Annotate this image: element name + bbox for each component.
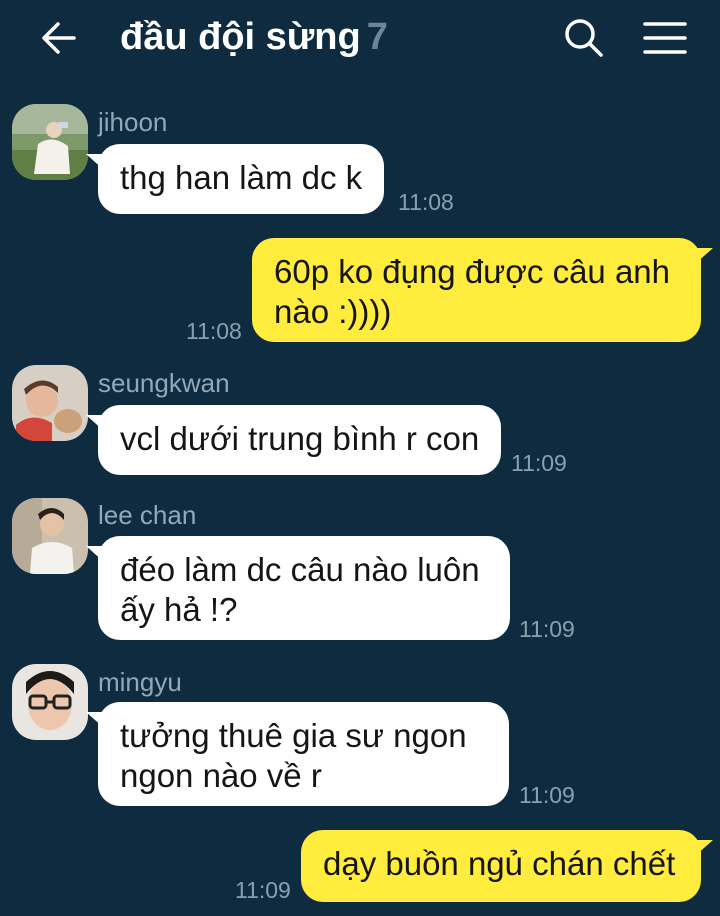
message-text: thg han làm dc k xyxy=(120,159,363,196)
message-bubble[interactable]: tưởng thuê gia sư ngon ngon nào về r xyxy=(86,702,509,806)
message-text: vcl dưới trung bình r con xyxy=(120,420,480,457)
message-bubble[interactable]: dạy buồn ngủ chán chết xyxy=(301,830,713,902)
sender-name: mingyu xyxy=(98,667,182,697)
chat-name: đầu đội sừng xyxy=(120,16,361,58)
avatar-seungkwan[interactable] xyxy=(12,365,88,441)
chat-header: đầu đội sừng 7 xyxy=(0,0,720,78)
avatar-lee-chan[interactable] xyxy=(12,498,88,574)
sender-name: jihoon xyxy=(98,107,168,137)
profile-photo xyxy=(12,104,88,180)
message-text-line: đéo làm dc câu nào luôn xyxy=(120,551,480,588)
back-arrow-icon xyxy=(42,22,76,54)
message-time: 11:08 xyxy=(186,318,242,344)
message-time: 11:09 xyxy=(235,877,291,903)
message-bubble[interactable]: thg han làm dc k xyxy=(85,144,385,214)
message-text-line: ấy hả !? xyxy=(120,591,238,628)
message-bubble[interactable]: đéo làm dc câu nào luôn ấy hả !? xyxy=(86,536,510,640)
message-text-line: ngon nào về r xyxy=(120,757,322,794)
back-button[interactable] xyxy=(38,18,82,58)
message-text-line: tưởng thuê gia sư ngon xyxy=(120,717,467,754)
message-text-line: 60p ko đụng được câu anh xyxy=(274,253,671,290)
message-text: dạy buồn ngủ chán chết xyxy=(323,845,676,882)
search-button[interactable] xyxy=(562,16,606,60)
message-text-line: nào :)))) xyxy=(274,293,392,330)
chat-title: đầu đội sừng 7 xyxy=(120,16,388,59)
message-time: 11:09 xyxy=(519,782,575,808)
avatar-jihoon[interactable] xyxy=(12,104,88,180)
profile-photo xyxy=(12,365,88,441)
member-count: 7 xyxy=(366,16,388,58)
menu-button[interactable] xyxy=(640,18,690,58)
menu-icon xyxy=(643,22,687,54)
message-time: 11:08 xyxy=(398,189,454,215)
profile-photo xyxy=(12,664,88,740)
message-bubble[interactable]: 60p ko đụng được câu anh nào :)))) xyxy=(252,238,713,342)
sender-name: lee chan xyxy=(98,500,197,530)
message-bubble[interactable]: vcl dưới trung bình r con xyxy=(85,405,502,475)
message-time: 11:09 xyxy=(511,450,567,476)
search-icon xyxy=(565,19,603,57)
sender-name: seungkwan xyxy=(98,368,230,398)
message-time: 11:09 xyxy=(519,616,575,642)
avatar-mingyu[interactable] xyxy=(12,664,88,740)
profile-photo xyxy=(12,498,88,574)
